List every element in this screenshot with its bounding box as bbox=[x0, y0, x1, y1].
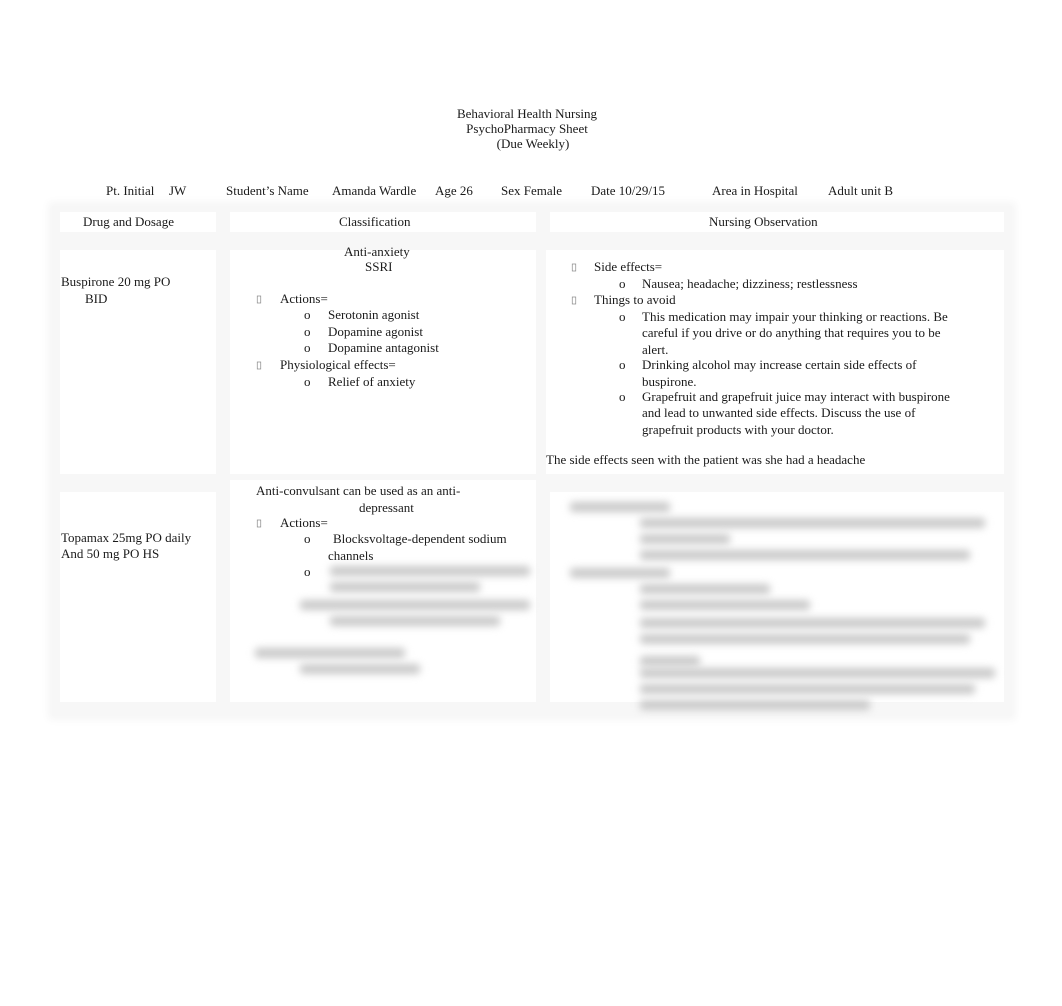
age: Age 26 bbox=[435, 183, 473, 198]
o-bullet-icon: o bbox=[619, 276, 626, 291]
row1-drug-line1: Buspirone 20 mg PO bbox=[61, 274, 171, 289]
row1-physio-item: Relief of anxiety bbox=[328, 374, 416, 389]
title-line-3: (Due Weekly) bbox=[496, 136, 570, 151]
student-name-label: Student’s Name bbox=[226, 183, 309, 198]
pt-initial-value: JW bbox=[169, 183, 187, 198]
o-bullet-icon: o bbox=[619, 389, 626, 404]
row1-class-line2: SSRI bbox=[365, 259, 393, 274]
row1-avoid-label: Things to avoid bbox=[594, 292, 676, 307]
column-header-classification: Classification bbox=[339, 214, 411, 229]
title-line-2: PsychoPharmacy Sheet bbox=[466, 121, 588, 136]
date: Date 10/29/15 bbox=[591, 183, 666, 198]
area-label: Area in Hospital bbox=[712, 183, 798, 198]
o-bullet-icon: o bbox=[304, 324, 311, 339]
row1-avoid-item-1-line3: alert. bbox=[642, 342, 669, 357]
row1-actions-label: Actions= bbox=[280, 291, 328, 306]
title-line-1: Behavioral Health Nursing bbox=[456, 106, 598, 121]
row1-class-line1: Anti-anxiety bbox=[344, 244, 410, 259]
row1-avoid-item-2-line1: Drinking alcohol may increase certain si… bbox=[642, 357, 917, 372]
square-bullet-icon bbox=[256, 519, 262, 528]
row2-drug-line2: And 50 mg PO HS bbox=[61, 546, 160, 561]
row1-action-item: Dopamine agonist bbox=[328, 324, 423, 339]
row2-class-line2: depressant bbox=[359, 500, 414, 515]
row2-class-line1: Anti-convulsant can be used as an anti- bbox=[256, 483, 461, 498]
o-bullet-icon: o bbox=[304, 564, 311, 579]
row1-side-effects-label: Side effects= bbox=[594, 259, 663, 274]
square-bullet-icon bbox=[571, 296, 577, 305]
row1-avoid-item-1-line1: This medication may impair your thinking… bbox=[642, 309, 948, 324]
o-bullet-icon: o bbox=[619, 309, 626, 324]
row1-physio-label: Physiological effects= bbox=[280, 357, 396, 372]
row1-action-item: Dopamine antagonist bbox=[328, 340, 439, 355]
student-name-value: Amanda Wardle bbox=[332, 183, 417, 198]
column-header-nursing-observation: Nursing Observation bbox=[709, 214, 818, 229]
row1-avoid-item-3-line3: grapefruit products with your doctor. bbox=[642, 422, 834, 437]
o-bullet-icon: o bbox=[304, 531, 311, 546]
square-bullet-icon bbox=[571, 263, 577, 272]
o-bullet-icon: o bbox=[304, 374, 311, 389]
row2-actions-label: Actions= bbox=[280, 515, 328, 530]
row2-action-item-line1: Blocksvoltage-dependent sodium bbox=[333, 531, 507, 546]
row1-observation: The side effects seen with the patient w… bbox=[546, 452, 866, 467]
o-bullet-icon: o bbox=[304, 340, 311, 355]
row1-avoid-item-3-line1: Grapefruit and grapefruit juice may inte… bbox=[642, 389, 950, 404]
row2-action-item-line2: channels bbox=[328, 548, 374, 563]
row1-side-effect-item: Nausea; headache; dizziness; restlessnes… bbox=[642, 276, 858, 291]
row2-cell-drug bbox=[60, 492, 216, 702]
row1-avoid-item-1-line2: careful if you drive or do anything that… bbox=[642, 325, 941, 340]
o-bullet-icon: o bbox=[304, 307, 311, 322]
sex: Sex Female bbox=[501, 183, 563, 198]
row2-drug-line1: Topamax 25mg PO daily bbox=[61, 530, 192, 545]
row1-avoid-item-3-line2: and lead to unwanted side effects. Discu… bbox=[642, 405, 916, 420]
square-bullet-icon bbox=[256, 361, 262, 370]
row1-action-item: Serotonin agonist bbox=[328, 307, 420, 322]
column-header-drug: Drug and Dosage bbox=[83, 214, 174, 229]
row1-avoid-item-2-line2: buspirone. bbox=[642, 374, 697, 389]
square-bullet-icon bbox=[256, 295, 262, 304]
document-title-block: Behavioral Health Nursing PsychoPharmacy… bbox=[0, 106, 1054, 151]
pt-initial-label: Pt. Initial bbox=[106, 183, 155, 198]
row1-drug-line2: BID bbox=[85, 291, 108, 306]
area-value: Adult unit B bbox=[828, 183, 894, 198]
o-bullet-icon: o bbox=[619, 357, 626, 372]
